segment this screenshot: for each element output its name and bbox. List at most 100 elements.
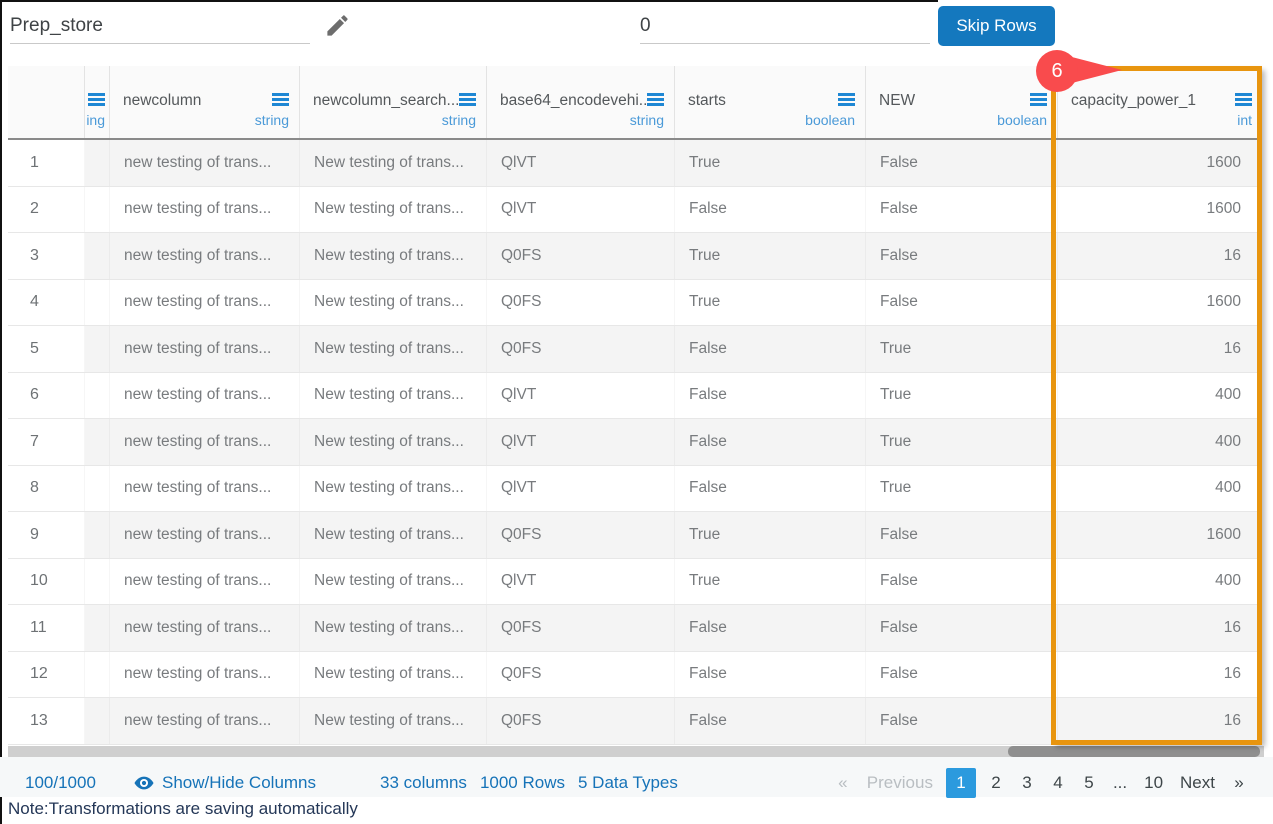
previous-button[interactable]: Previous <box>863 768 937 798</box>
table-cell: True <box>866 419 1058 465</box>
table-cell: Q0FS <box>487 652 675 698</box>
table-row: 7new testing of trans...New testing of t… <box>8 419 1261 466</box>
column-name: NEW <box>879 92 915 110</box>
table-cell: new testing of trans... <box>110 280 300 326</box>
column-header-NEW[interactable]: NEW boolean <box>866 66 1058 138</box>
previous-arrow[interactable]: « <box>832 768 854 798</box>
next-arrow[interactable]: » <box>1228 768 1250 798</box>
table-cell: new testing of trans... <box>110 466 300 512</box>
table-cell: False <box>866 233 1058 279</box>
column-header-starts[interactable]: startsboolean <box>675 66 866 138</box>
table-cell: False <box>675 187 866 233</box>
table-row: 4new testing of trans...New testing of t… <box>8 280 1261 327</box>
column-name: base64_encodevehi... <box>500 92 648 110</box>
horizontal-scrollbar-track[interactable] <box>8 746 1264 757</box>
page-button-10[interactable]: 10 <box>1140 768 1167 798</box>
column-header[interactable]: ing <box>85 66 110 138</box>
table-cell: New testing of trans... <box>300 512 487 558</box>
table-cell <box>85 419 110 465</box>
column-header-base64_encodevehi...[interactable]: base64_encodevehi...string <box>487 66 675 138</box>
table-row: 6new testing of trans...New testing of t… <box>8 373 1261 420</box>
column-menu-icon[interactable] <box>1030 93 1047 106</box>
table-cell: new testing of trans... <box>110 419 300 465</box>
stat-label: 1000 Rows <box>480 770 565 796</box>
page-button-5[interactable]: 5 <box>1078 768 1100 798</box>
table-stats: 33 columns1000 Rows5 Data Types <box>380 770 678 796</box>
table-cell: 16 <box>1058 605 1262 651</box>
table-cell: False <box>675 652 866 698</box>
column-menu-icon[interactable] <box>88 93 105 106</box>
table-cell: Q0FS <box>487 233 675 279</box>
stat-label: 33 columns <box>380 770 467 796</box>
table-cell <box>85 512 110 558</box>
column-type-label: boolean <box>997 112 1047 128</box>
next-button[interactable]: Next <box>1176 768 1219 798</box>
table-cell: 400 <box>1058 559 1262 605</box>
table-cell: new testing of trans... <box>110 605 300 651</box>
table-cell: False <box>675 698 866 744</box>
row-number-cell: 8 <box>8 466 85 512</box>
table-cell: Q0FS <box>487 698 675 744</box>
table-cell: False <box>866 187 1058 233</box>
table-cell: False <box>866 512 1058 558</box>
table-cell: QlVT <box>487 419 675 465</box>
column-menu-icon[interactable] <box>838 93 855 106</box>
table-cell: 16 <box>1058 326 1262 372</box>
table-cell <box>85 466 110 512</box>
row-number-cell: 12 <box>8 652 85 698</box>
table-cell: New testing of trans... <box>300 605 487 651</box>
pagination: « Previous 12345... 10 Next » <box>832 768 1250 798</box>
column-menu-icon[interactable] <box>1235 93 1252 106</box>
column-menu-icon[interactable] <box>459 93 476 106</box>
table-cell: new testing of trans... <box>110 373 300 419</box>
table-row: 10new testing of trans...New testing of … <box>8 559 1261 606</box>
column-menu-icon[interactable] <box>272 93 289 106</box>
edit-pencil-icon[interactable] <box>324 12 352 40</box>
page-button-2[interactable]: 2 <box>985 768 1007 798</box>
table-cell: False <box>675 605 866 651</box>
table-cell <box>85 187 110 233</box>
table-cell <box>85 280 110 326</box>
table-cell: new testing of trans... <box>110 698 300 744</box>
table-cell <box>85 605 110 651</box>
table-cell: 400 <box>1058 466 1262 512</box>
table-cell: False <box>866 698 1058 744</box>
page-button-...[interactable]: ... <box>1109 768 1131 798</box>
dataset-name-input[interactable] <box>10 8 310 44</box>
table-cell: new testing of trans... <box>110 512 300 558</box>
table-cell: True <box>675 140 866 186</box>
table-cell <box>85 373 110 419</box>
horizontal-scrollbar-thumb[interactable] <box>1008 746 1260 757</box>
table-cell: QlVT <box>487 466 675 512</box>
table-cell: True <box>866 326 1058 372</box>
column-name: capacity_power_1 <box>1071 92 1196 110</box>
page-button-4[interactable]: 4 <box>1047 768 1069 798</box>
table-cell <box>85 233 110 279</box>
table-row: 12new testing of trans...New testing of … <box>8 652 1261 699</box>
table-cell: new testing of trans... <box>110 326 300 372</box>
table-cell: 16 <box>1058 698 1262 744</box>
table-cell: False <box>866 559 1058 605</box>
table-cell: new testing of trans... <box>110 652 300 698</box>
table-cell: False <box>675 326 866 372</box>
table-cell: New testing of trans... <box>300 187 487 233</box>
column-header-newcolumn[interactable]: newcolumnstring <box>110 66 300 138</box>
show-hide-columns-button[interactable]: Show/Hide Columns <box>133 770 316 796</box>
table-cell: new testing of trans... <box>110 233 300 279</box>
table-row: 9new testing of trans...New testing of t… <box>8 512 1261 559</box>
data-table: ingnewcolumnstringnewcolumn_search...str… <box>8 66 1262 745</box>
row-number-cell: 1 <box>8 140 85 186</box>
data-prep-page: Skip Rows ingnewcolumnstringnewcolumn_se… <box>0 0 1273 824</box>
table-cell: New testing of trans... <box>300 326 487 372</box>
skip-rows-button[interactable]: Skip Rows <box>938 6 1055 46</box>
skip-rows-input[interactable] <box>640 8 930 44</box>
table-cell: New testing of trans... <box>300 559 487 605</box>
table-cell: new testing of trans... <box>110 559 300 605</box>
page-button-1[interactable]: 1 <box>946 768 976 798</box>
table-cell: True <box>675 512 866 558</box>
table-cell: QlVT <box>487 187 675 233</box>
page-button-3[interactable]: 3 <box>1016 768 1038 798</box>
column-header-newcolumn_search...[interactable]: newcolumn_search...string <box>300 66 487 138</box>
column-menu-icon[interactable] <box>647 93 664 106</box>
table-cell <box>85 140 110 186</box>
